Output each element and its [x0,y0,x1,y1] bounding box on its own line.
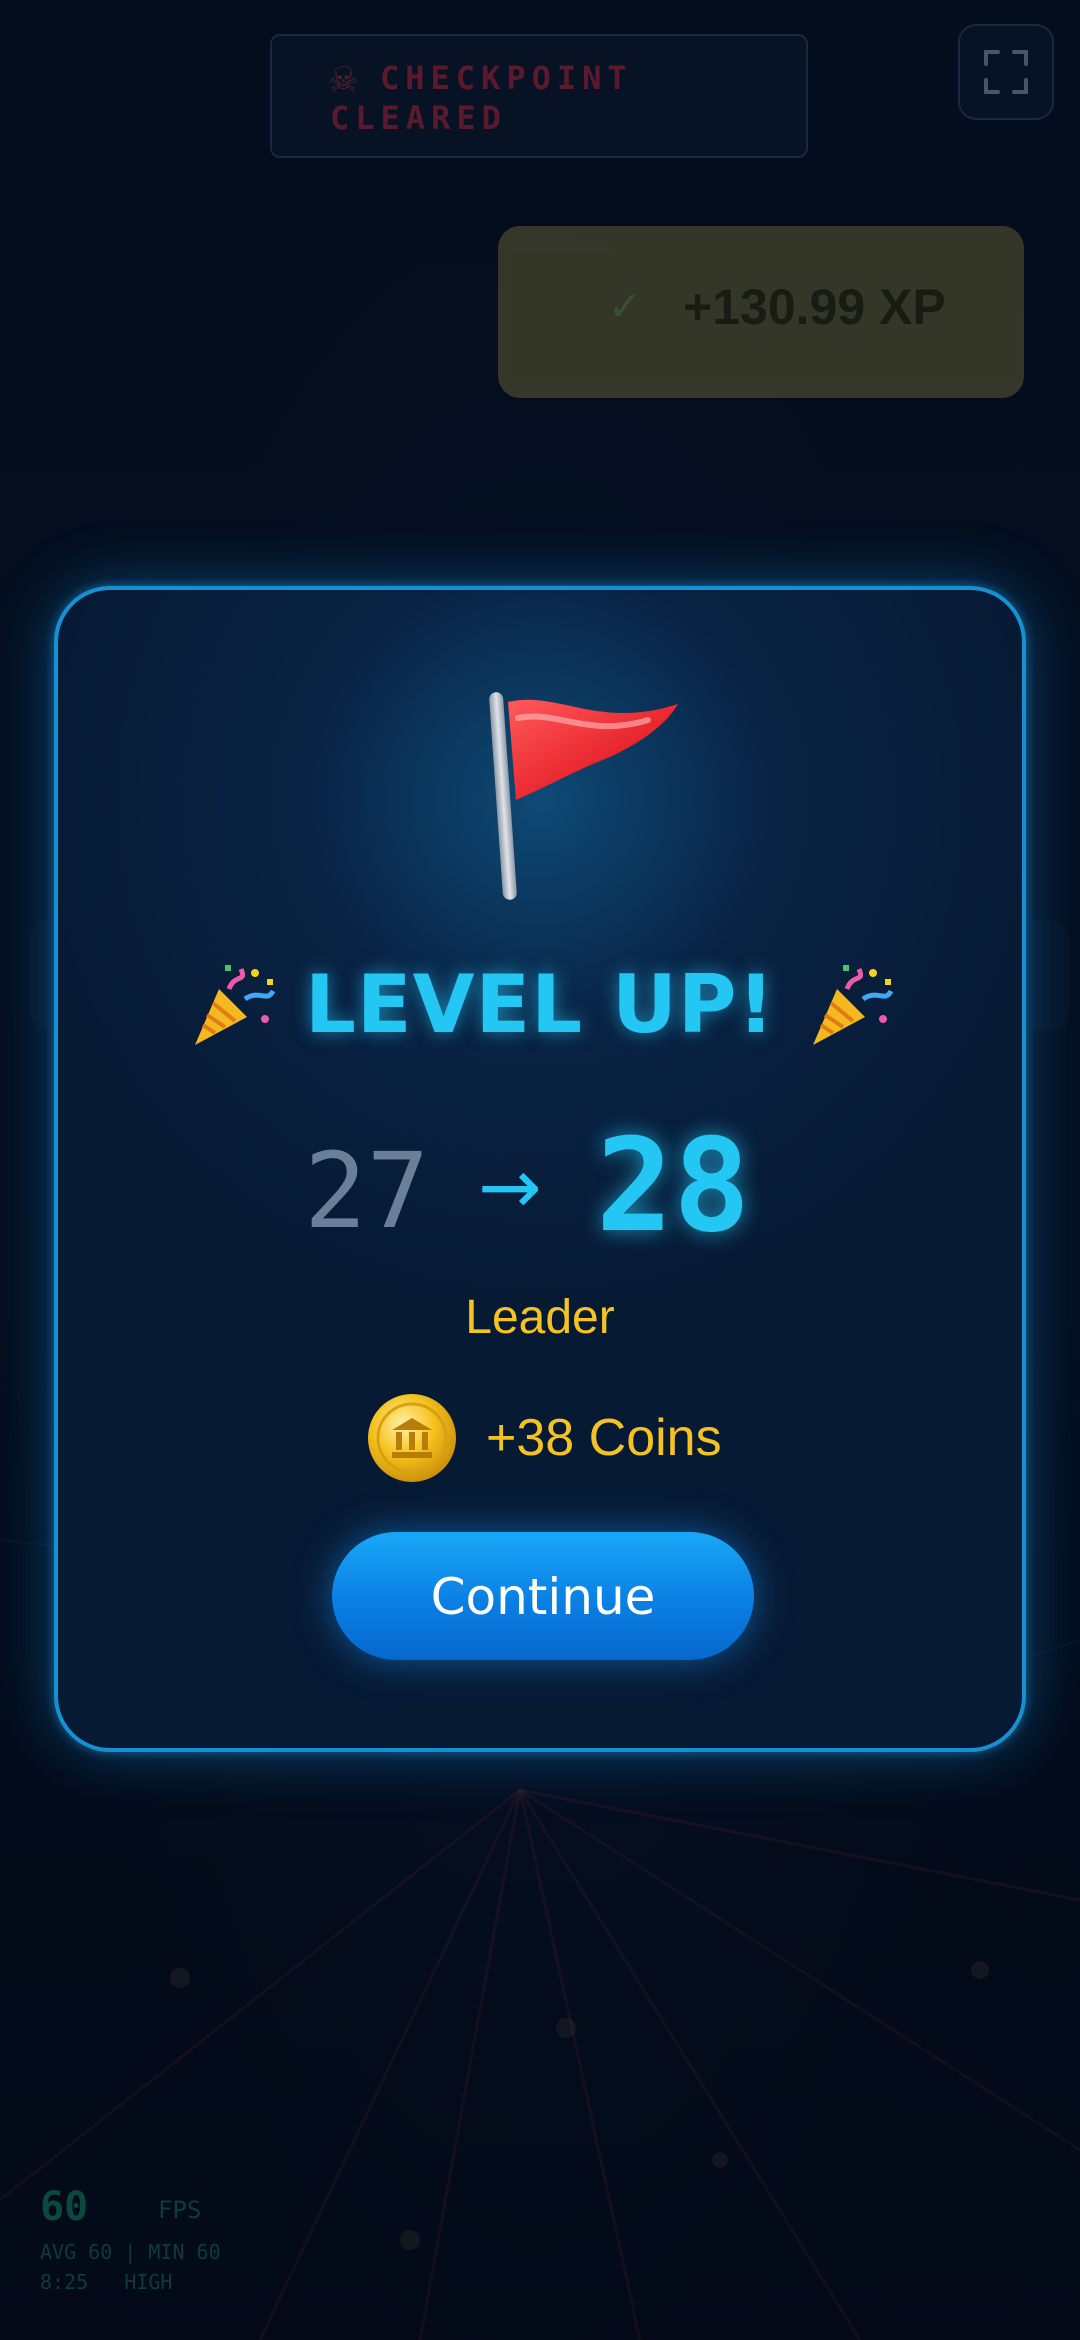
level-up-modal: LEVEL UP! 27 → 28 Leader +38 Coins Conti… [54,586,1026,1752]
fullscreen-button[interactable] [958,24,1054,120]
fps-stats: AVG 60 | MIN 60 [40,2240,221,2264]
coin-icon [368,1394,456,1482]
level-up-title-row: LEVEL UP! [58,958,1022,1051]
game-screen: ☠ CHECKPOINT CLEARED ✓ +130.99 XP 60 FPS… [0,0,1080,2340]
xp-toast: ✓ +130.99 XP [498,226,1024,398]
xp-toast-text: +130.99 XP [683,279,946,335]
new-level: 28 [596,1112,751,1261]
fullscreen-icon [984,50,1028,94]
fps-unit: FPS [158,2196,202,2224]
fps-value: 60 [40,2184,89,2230]
party-popper-icon [195,964,276,1045]
flag-icon [489,692,678,900]
banner-text: CHECKPOINT CLEARED [330,59,633,137]
fps-time-value: 8:25 [40,2270,89,2294]
arrow-right-icon: → [478,1142,542,1231]
old-level: 27 [304,1130,430,1252]
continue-button[interactable]: Continue [332,1532,754,1660]
fps-quality: HIGH [124,2270,173,2294]
coin-reward-text: +38 Coins [486,1409,722,1467]
rank-title: Leader [465,1291,615,1344]
level-up-title: LEVEL UP! [304,958,776,1051]
fps-time: 8:25 HIGH [40,2270,172,2294]
checkpoint-banner: ☠ CHECKPOINT CLEARED [270,34,808,158]
party-popper-icon [812,964,893,1045]
check-icon: ✓ [608,284,642,330]
fps-counter: 60 FPS AVG 60 | MIN 60 8:25 HIGH [20,2170,270,2300]
level-change: 27 → 28 [58,1112,1022,1261]
